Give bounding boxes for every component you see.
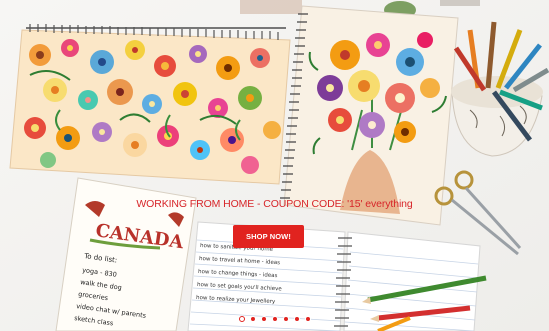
hero-banner: CANADA To do list: yoga - 830 walk the d… [0,0,549,331]
floral-sketchbook [9,24,291,185]
slide-dot[interactable] [271,316,278,322]
slide-dot[interactable] [304,316,311,322]
shop-now-button[interactable]: SHOP NOW! [233,225,304,248]
slide-indicators [0,316,549,324]
slide-dot[interactable] [249,316,256,322]
product-photo: CANADA To do list: yoga - 830 walk the d… [0,0,549,331]
bouquet-notebook [280,5,459,226]
slide-dot[interactable] [238,316,245,322]
slide-dot[interactable] [260,316,267,322]
slide-dot[interactable] [293,316,300,322]
promo-headline: WORKING FROM HOME - COUPON CODE: '15' ev… [136,198,413,210]
slide-dot[interactable] [282,316,289,322]
